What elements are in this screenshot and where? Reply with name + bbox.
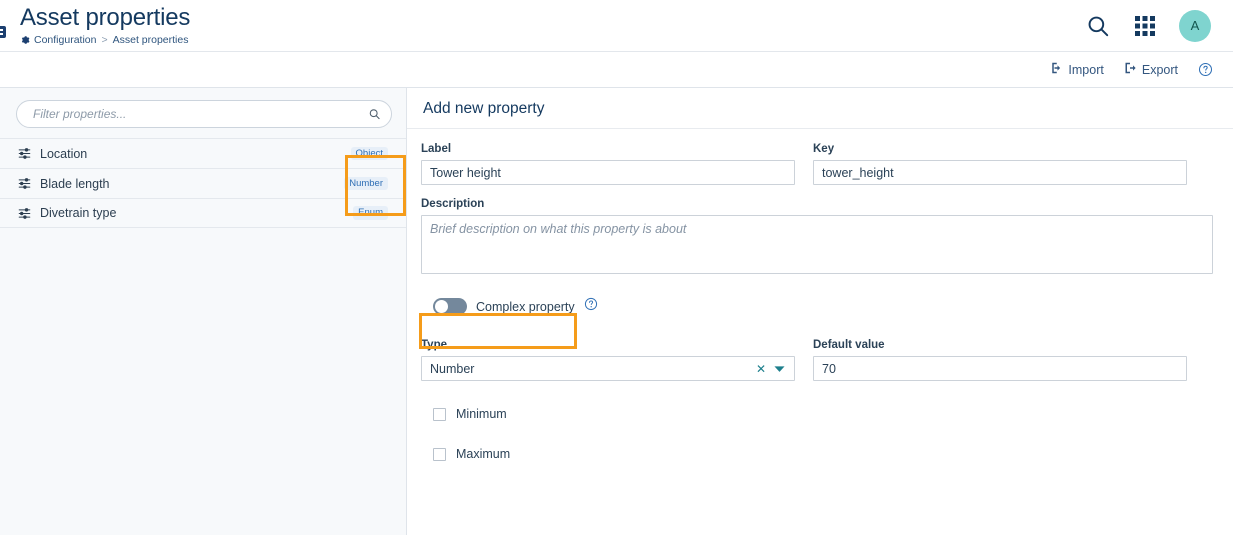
key-input[interactable] [813,160,1187,185]
breadcrumb-current: Asset properties [112,34,189,46]
key-field-caption: Key [813,143,835,155]
maximum-label: Maximum [456,447,511,461]
properties-sidebar: Location Object Blade l [0,88,407,535]
list-item-label: Location [40,146,88,161]
filter-box[interactable] [16,100,392,128]
header-titles: Asset properties Configuration > Asset p… [0,4,191,47]
properties-list: Location Object Blade length Number Dive… [0,138,406,228]
minimum-row: Minimum [433,407,1213,421]
type-select[interactable]: Number ✕ [421,356,795,381]
type-field-group: Type Number ✕ [421,339,795,381]
default-value-field-group: Default value [813,339,1187,381]
breadcrumb-parent[interactable]: Configuration [34,34,96,46]
chevron-down-icon[interactable] [774,365,785,373]
list-item[interactable]: Divetrain type Enum [0,198,406,228]
maximum-row: Maximum [433,447,1213,461]
header-actions: A [1085,9,1217,42]
search-icon[interactable] [1085,13,1111,39]
default-value-input[interactable] [813,356,1187,381]
clear-x-icon[interactable]: ✕ [756,363,766,375]
filter-properties-input[interactable] [31,106,361,122]
app-logo-icon[interactable] [0,26,6,38]
page-title: Asset properties [20,4,191,31]
label-key-row: Label Key [421,143,1213,185]
sliders-icon [18,207,31,220]
type-field-caption: Type [421,339,447,351]
breadcrumb-separator: > [101,34,108,46]
page-header: Asset properties Configuration > Asset p… [0,0,1233,52]
export-button[interactable]: Export [1124,62,1178,77]
list-item-label: Divetrain type [40,206,117,220]
avatar[interactable]: A [1179,9,1211,42]
filter-wrapper [0,88,406,138]
asset-properties-page: Asset properties Configuration > Asset p… [0,0,1233,535]
list-item[interactable]: Location Object [0,138,406,168]
add-property-form: Label Key Description Com [407,129,1233,535]
complex-property-toggle[interactable] [433,298,467,315]
export-icon [1124,62,1136,77]
export-label: Export [1141,62,1178,77]
list-item[interactable]: Blade length Number [0,168,406,198]
page-body: Location Object Blade l [0,88,1233,535]
description-field-caption: Description [421,198,485,210]
maximum-checkbox[interactable] [433,447,446,461]
status-badge: Number [344,176,388,191]
help-circle-icon[interactable] [584,297,598,316]
help-circle-icon[interactable] [1198,62,1213,77]
description-textarea[interactable] [421,215,1213,274]
type-default-row: Type Number ✕ Default value [421,339,1213,381]
panel-title: Add new property [407,88,1233,129]
breadcrumb: Configuration > Asset properties [20,34,190,46]
minimum-label: Minimum [456,407,507,421]
sliders-icon [18,177,31,190]
minimum-checkbox[interactable] [433,407,446,421]
status-badge: Object [350,146,388,161]
label-field-group: Label [421,143,795,185]
complex-property-group: Complex property [421,291,608,322]
toggle-knob [435,300,448,313]
status-badge: Enum [353,206,388,220]
description-field-group: Description [421,198,1213,274]
label-input[interactable] [421,160,795,185]
import-button[interactable]: Import [1050,62,1104,77]
gear-icon [20,35,30,45]
type-select-value: Number [430,361,475,376]
complex-property-label: Complex property [476,299,575,314]
search-icon[interactable] [368,108,381,121]
action-toolbar: Import Export [0,52,1233,88]
import-label: Import [1068,62,1104,77]
sliders-icon [18,147,31,160]
key-field-group: Key [813,143,1187,185]
import-icon [1050,62,1062,77]
label-field-caption: Label [421,143,452,155]
apps-grid-icon[interactable] [1133,14,1157,38]
default-value-caption: Default value [813,339,885,351]
list-item-label: Blade length [40,176,110,191]
add-property-panel: Add new property Label Key Description [407,88,1233,535]
